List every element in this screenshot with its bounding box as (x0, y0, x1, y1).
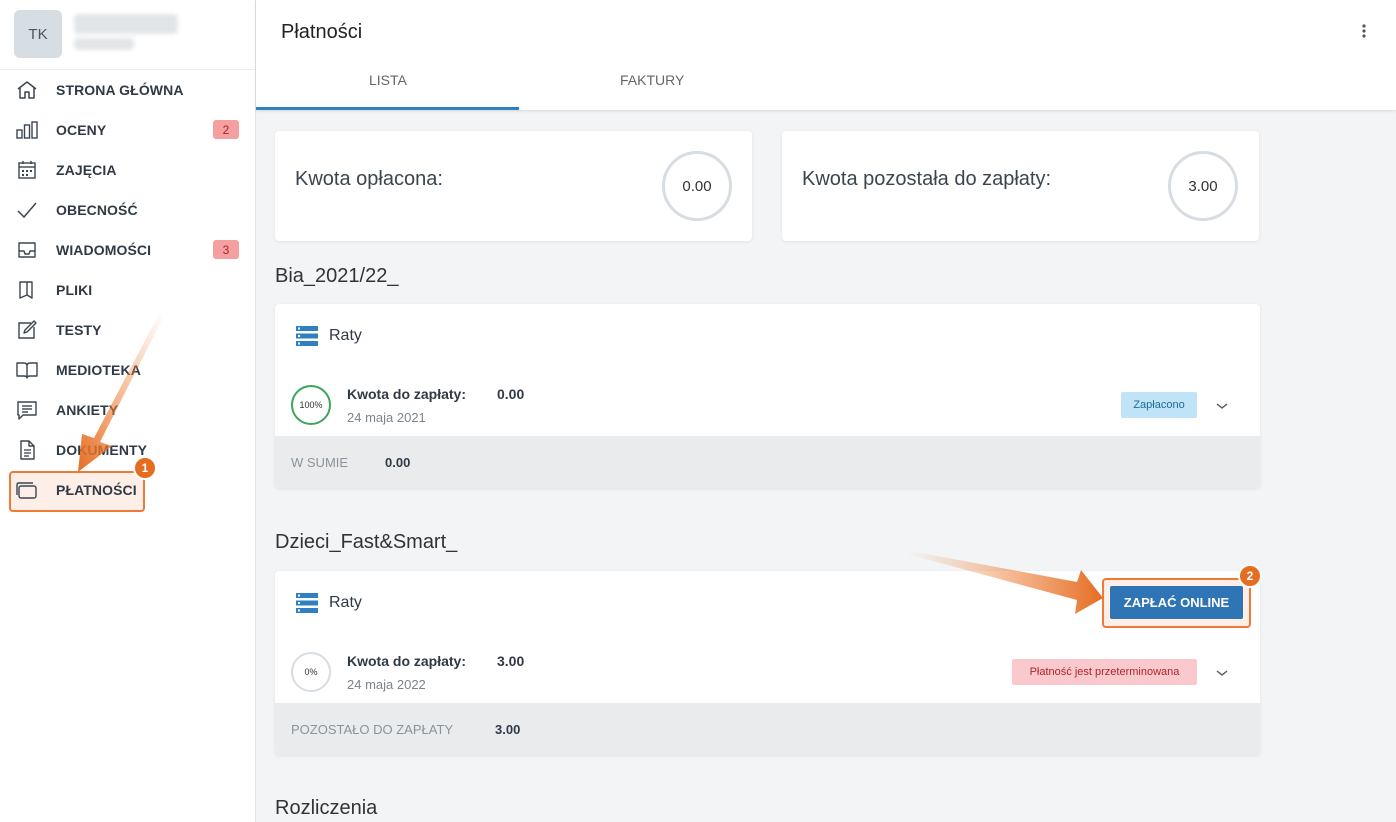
summary-value: 0.00 (385, 455, 411, 470)
calendar-icon (16, 160, 38, 180)
amount-value: 0.00 (497, 386, 525, 402)
sidebar-item-classes[interactable]: ZAJĘCIA (0, 150, 256, 190)
group-summary-bar: POZOSTAŁO DO ZAPŁATY 3.00 (275, 703, 1260, 755)
chevron-down-icon[interactable] (1215, 668, 1229, 678)
wallet-icon (16, 480, 38, 500)
survey-icon (16, 400, 38, 420)
amount-label: Kwota do zapłaty: (347, 653, 467, 669)
remaining-amount-label: Kwota pozostała do zapłaty: (802, 168, 1052, 190)
inbox-icon (16, 240, 38, 260)
sidebar-item-label: ZAJĘCIA (56, 162, 117, 178)
annotation-arrow-1 (78, 312, 164, 472)
summary-label: W SUMIE (291, 455, 349, 470)
group-title: Bia_2021/22_ (275, 265, 399, 287)
remaining-amount-ring: 3.00 (1168, 151, 1238, 221)
installments-card: Raty 100% Kwota do zapłaty: 0.00 24 maja… (275, 304, 1260, 488)
sidebar-item-attendance[interactable]: OBECNOŚĆ (0, 190, 256, 230)
page-title: Płatności (281, 21, 363, 43)
amount-value: 3.00 (497, 653, 525, 669)
more-options-icon[interactable] (1356, 20, 1372, 44)
summary-value: 3.00 (495, 722, 521, 737)
settlements-title: Rozliczenia (275, 797, 378, 819)
book-icon (16, 360, 38, 380)
pay-online-button[interactable]: ZAPŁAĆ ONLINE (1110, 586, 1243, 619)
paid-amount-ring: 0.00 (662, 151, 732, 221)
stack-icon (295, 325, 319, 347)
sidebar-item-label: PLIKI (56, 282, 93, 298)
sidebar-item-label: WIADOMOŚCI (56, 242, 152, 258)
tab-lista[interactable]: LISTA (369, 72, 407, 88)
paid-amount-label: Kwota opłacona: (295, 168, 443, 190)
installments-header: Raty (295, 325, 362, 347)
sidebar-item-files[interactable]: PLIKI (0, 270, 256, 310)
check-icon (16, 200, 38, 220)
sidebar-item-label: STRONA GŁÓWNA (56, 82, 184, 98)
page-header: Płatności LISTA FAKTURY (256, 0, 1396, 110)
annotation-arrow-2 (907, 551, 1103, 614)
summary-label: POZOSTAŁO DO ZAPŁATY (291, 722, 454, 737)
remaining-amount-card: Kwota pozostała do zapłaty: 3.00 (782, 131, 1259, 241)
due-date: 24 maja 2021 (347, 410, 426, 425)
stack-icon (295, 592, 319, 614)
user-name-blurred (74, 14, 178, 34)
chevron-down-icon[interactable] (1215, 401, 1229, 411)
messages-count-badge: 3 (213, 240, 239, 259)
document-icon (16, 440, 38, 460)
paid-amount-card: Kwota opłacona: 0.00 (275, 131, 752, 241)
progress-circle: 0% (291, 652, 331, 692)
status-badge-overdue: Płatność jest przeterminowana (1012, 659, 1197, 685)
edit-icon (16, 320, 38, 340)
bar-chart-icon (16, 120, 38, 140)
installments-label: Raty (329, 594, 362, 611)
user-panel[interactable]: TK (0, 0, 255, 70)
active-tab-indicator (256, 107, 519, 110)
group-title: Dzieci_Fast&Smart_ (275, 531, 458, 553)
sidebar-item-label: OCENY (56, 122, 107, 138)
progress-circle: 100% (291, 385, 331, 425)
avatar: TK (14, 10, 62, 58)
sidebar-item-label: OBECNOŚĆ (56, 202, 138, 218)
user-subtitle-blurred (74, 38, 134, 50)
status-badge-paid: Zapłacono (1121, 392, 1197, 418)
annotation-marker-1: 1 (133, 456, 157, 480)
sidebar-item-label: PŁATNOŚCI (56, 482, 137, 498)
due-date: 24 maja 2022 (347, 677, 426, 692)
group-summary-bar: W SUMIE 0.00 (275, 436, 1260, 488)
annotation-marker-2: 2 (1238, 564, 1262, 588)
sidebar-item-messages[interactable]: WIADOMOŚCI 3 (0, 230, 256, 270)
installments-label: Raty (329, 327, 362, 344)
file-icon (16, 280, 38, 300)
grades-count-badge: 2 (213, 120, 239, 139)
tab-faktury[interactable]: FAKTURY (620, 72, 684, 88)
home-icon (16, 80, 38, 100)
installments-header: Raty (295, 592, 362, 614)
sidebar-item-grades[interactable]: OCENY 2 (0, 110, 256, 150)
sidebar-item-home[interactable]: STRONA GŁÓWNA (0, 70, 256, 110)
amount-label: Kwota do zapłaty: (347, 386, 467, 402)
